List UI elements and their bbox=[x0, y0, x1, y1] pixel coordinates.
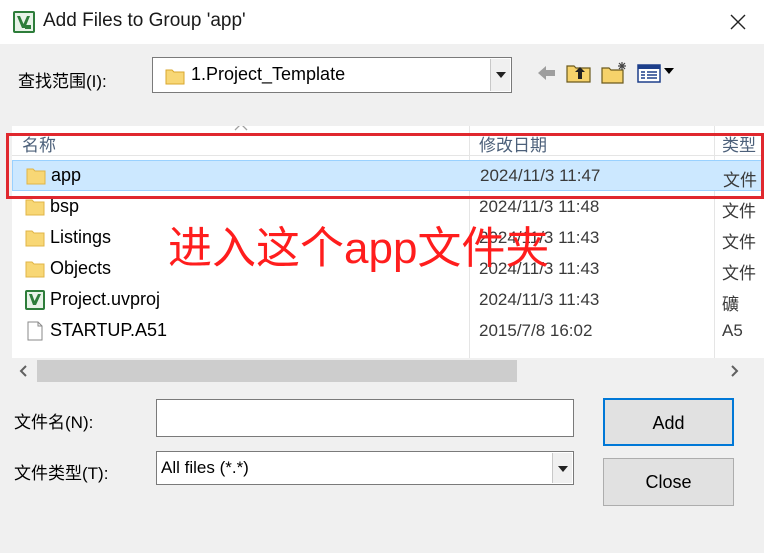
list-item[interactable]: Objects 2024/11/3 11:43 文件 bbox=[12, 254, 764, 285]
file-date: 2024/11/3 11:48 bbox=[479, 197, 600, 216]
list-item[interactable]: STARTUP.A51 2015/7/8 16:02 A5 bbox=[12, 316, 764, 347]
filetype-label: 文件类型(T): bbox=[14, 464, 109, 483]
folder-icon bbox=[25, 199, 45, 216]
file-type: 文件 bbox=[722, 202, 756, 221]
up-folder-icon[interactable] bbox=[565, 60, 593, 86]
folder-icon bbox=[26, 168, 46, 185]
column-header-date[interactable]: 修改日期 bbox=[479, 131, 547, 156]
lookin-value: 1.Project_Template bbox=[191, 64, 346, 84]
file-list[interactable]: 名称 修改日期 类型 app 2024/11/3 11:47 文件 bsp 20… bbox=[12, 126, 764, 358]
horizontal-scrollbar[interactable] bbox=[12, 358, 764, 384]
column-header-name[interactable]: 名称 bbox=[22, 131, 56, 156]
sort-ascending-icon bbox=[234, 126, 248, 131]
list-item[interactable]: Project.uvproj 2024/11/3 11:43 礦 bbox=[12, 285, 764, 316]
list-item[interactable]: app 2024/11/3 11:47 文件 bbox=[12, 160, 764, 191]
close-button[interactable]: Close bbox=[603, 458, 734, 506]
uvision-project-icon bbox=[25, 290, 45, 310]
folder-icon bbox=[25, 230, 45, 247]
lookin-label: 查找范围(I): bbox=[18, 72, 107, 91]
file-date: 2015/7/8 16:02 bbox=[479, 321, 593, 340]
file-type: A5 bbox=[722, 321, 743, 340]
list-item[interactable]: Listings 2024/11/3 11:43 文件 bbox=[12, 223, 764, 254]
scroll-left-icon[interactable] bbox=[12, 358, 36, 384]
filename-input[interactable] bbox=[156, 399, 574, 437]
filetype-combobox[interactable]: All files (*.*) bbox=[156, 451, 574, 485]
file-type: 文件 bbox=[723, 171, 757, 190]
title-bar: Add Files to Group 'app' bbox=[0, 0, 764, 44]
file-name: Project.uvproj bbox=[50, 289, 161, 309]
add-button[interactable]: Add bbox=[603, 398, 734, 446]
file-icon bbox=[27, 321, 43, 341]
file-name: STARTUP.A51 bbox=[50, 320, 168, 340]
list-item[interactable]: bsp 2024/11/3 11:48 文件 bbox=[12, 192, 764, 223]
column-header-type[interactable]: 类型 bbox=[722, 131, 756, 156]
keil-uvision-icon bbox=[13, 11, 35, 33]
file-type: 文件 bbox=[722, 233, 756, 252]
list-header: 名称 修改日期 类型 bbox=[12, 126, 764, 156]
file-date: 2024/11/3 11:43 bbox=[479, 228, 600, 247]
file-name: Objects bbox=[50, 258, 112, 278]
close-icon[interactable] bbox=[720, 4, 756, 40]
file-date: 2024/11/3 11:47 bbox=[480, 166, 601, 185]
filetype-dropdown-button[interactable] bbox=[552, 453, 572, 483]
lookin-dropdown-button[interactable] bbox=[490, 59, 510, 91]
new-folder-icon[interactable] bbox=[600, 60, 630, 86]
scrollbar-thumb[interactable] bbox=[37, 360, 517, 382]
window-title: Add Files to Group 'app' bbox=[43, 10, 246, 31]
file-name: Listings bbox=[50, 227, 112, 247]
lookin-combobox[interactable]: 1.Project_Template bbox=[152, 57, 512, 93]
file-date: 2024/11/3 11:43 bbox=[479, 290, 600, 309]
file-name: bsp bbox=[50, 196, 80, 216]
filetype-value: All files (*.*) bbox=[161, 458, 249, 477]
folder-icon bbox=[165, 69, 185, 85]
filename-label: 文件名(N): bbox=[14, 413, 94, 432]
file-type: 文件 bbox=[722, 264, 756, 283]
file-name: app bbox=[51, 165, 82, 185]
scroll-right-icon[interactable] bbox=[722, 358, 746, 384]
folder-icon bbox=[25, 261, 45, 278]
file-type: 礦 bbox=[722, 295, 739, 314]
file-date: 2024/11/3 11:43 bbox=[479, 259, 600, 278]
view-menu-icon[interactable] bbox=[636, 60, 678, 86]
back-arrow-icon[interactable] bbox=[534, 60, 558, 86]
